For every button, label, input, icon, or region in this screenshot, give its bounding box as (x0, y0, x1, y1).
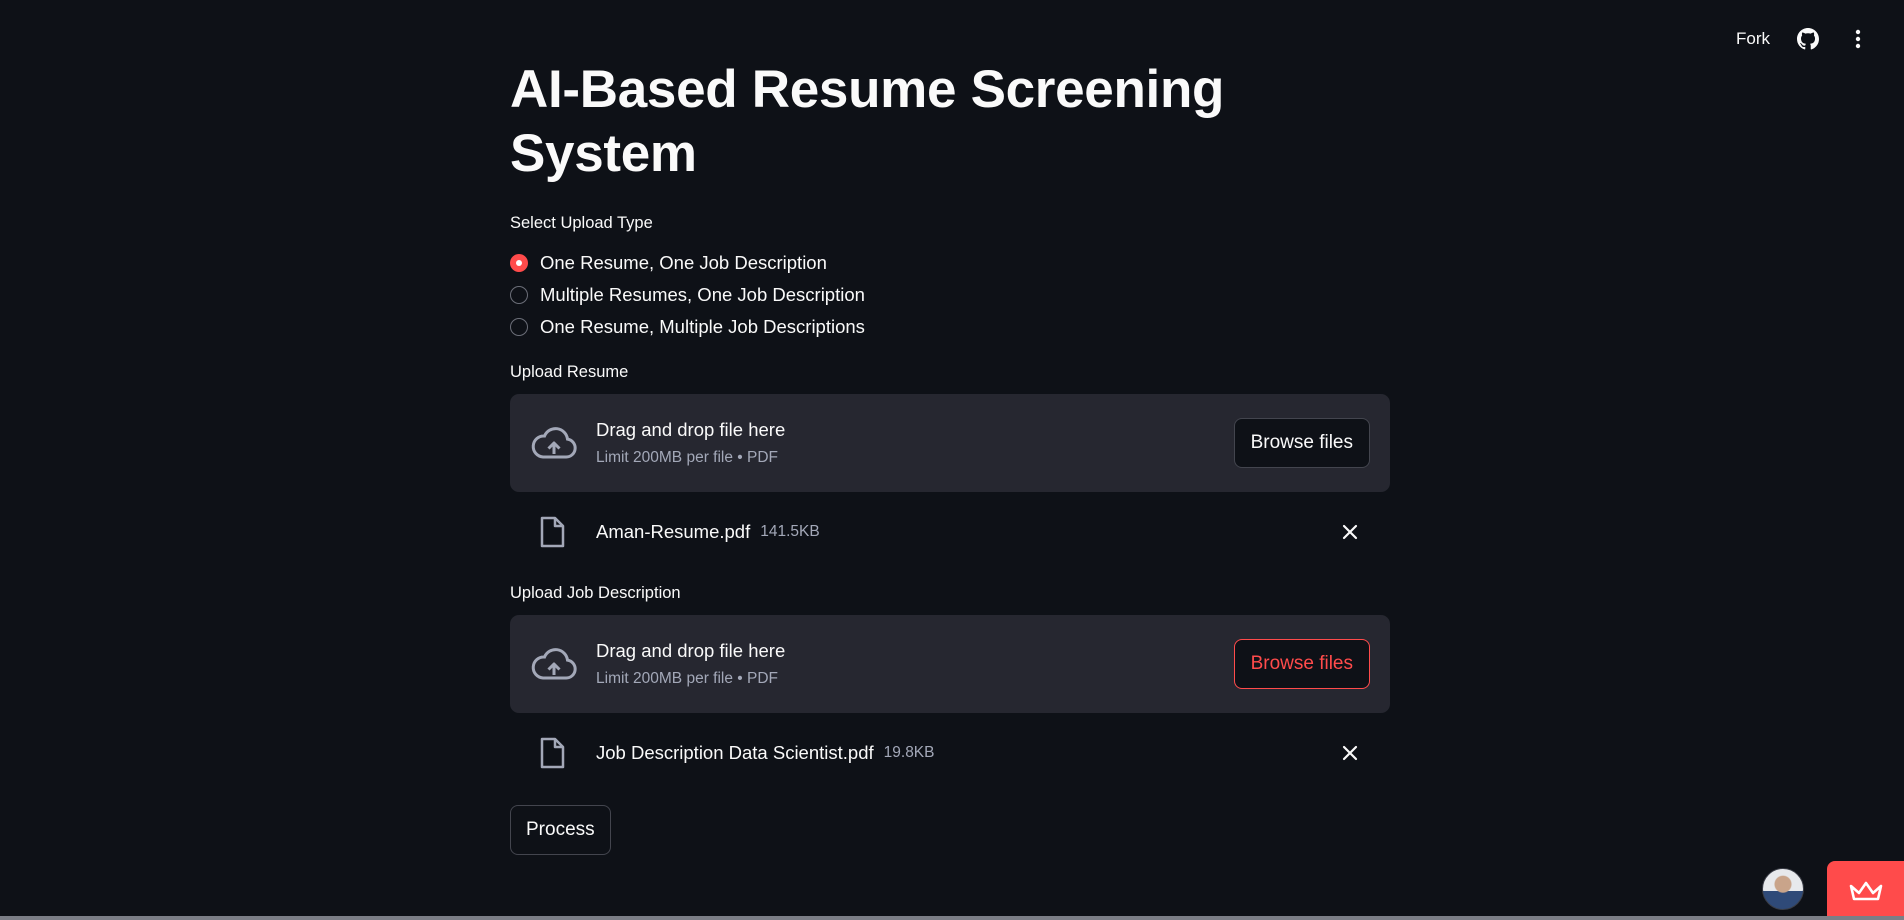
streamlit-crown-icon[interactable] (1827, 861, 1904, 920)
bottom-scroll-strip (0, 916, 1904, 920)
radio-label: One Resume, Multiple Job Descriptions (540, 316, 865, 337)
avatar[interactable] (1762, 868, 1804, 910)
radio-one-resume-one-jd[interactable]: One Resume, One Job Description (510, 247, 1390, 279)
radio-label: One Resume, One Job Description (540, 252, 827, 273)
dropzone-title: Drag and drop file here (596, 640, 786, 661)
fork-button[interactable]: Fork (1736, 29, 1770, 49)
cloud-upload-icon (531, 648, 577, 680)
dropzone-title: Drag and drop file here (596, 419, 786, 440)
dropzone-limit: Limit 200MB per file • PDF (596, 670, 779, 687)
upload-type-radio-group: One Resume, One Job Description Multiple… (510, 247, 1390, 343)
file-name: Aman-Resume.pdf (596, 521, 751, 542)
radio-label: Multiple Resumes, One Job Description (540, 284, 865, 305)
page-title: AI-Based Resume Screening System (510, 60, 1225, 183)
upload-resume-label: Upload Resume (510, 363, 629, 381)
kebab-menu-icon[interactable] (1846, 27, 1870, 51)
close-icon[interactable] (1340, 743, 1360, 763)
radio-indicator[interactable] (510, 286, 528, 304)
cloud-upload-icon (531, 427, 577, 459)
jd-browse-files-button[interactable]: Browse files (1233, 639, 1370, 689)
radio-indicator[interactable] (510, 318, 528, 336)
close-icon[interactable] (1340, 522, 1360, 542)
file-icon (540, 516, 565, 548)
radio-selected-indicator[interactable] (510, 254, 528, 272)
upload-jd-label: Upload Job Description (510, 584, 681, 602)
dropzone-limit: Limit 200MB per file • PDF (596, 449, 779, 466)
file-name: Job Description Data Scientist.pdf (596, 742, 874, 763)
uploaded-file-row: Aman-Resume.pdf 141.5KB (510, 492, 1390, 572)
jd-dropzone[interactable]: Drag and drop file here Limit 200MB per … (510, 615, 1390, 713)
file-size: 141.5KB (760, 523, 820, 540)
file-size: 19.8KB (883, 744, 935, 761)
github-icon[interactable] (1796, 27, 1820, 51)
top-toolbar: Fork (1604, 0, 1904, 78)
radio-multiple-resumes-one-jd[interactable]: Multiple Resumes, One Job Description (510, 279, 1390, 311)
resume-dropzone[interactable]: Drag and drop file here Limit 200MB per … (510, 394, 1390, 492)
main-content: AI-Based Resume Screening System Select … (510, 58, 1390, 855)
process-button[interactable]: Process (510, 805, 611, 855)
radio-one-resume-multiple-jds[interactable]: One Resume, Multiple Job Descriptions (510, 311, 1390, 343)
file-icon (540, 737, 565, 769)
uploaded-file-row: Job Description Data Scientist.pdf 19.8K… (510, 713, 1390, 793)
upload-type-label: Select Upload Type (510, 214, 653, 232)
resume-browse-files-button[interactable]: Browse files (1233, 418, 1370, 468)
